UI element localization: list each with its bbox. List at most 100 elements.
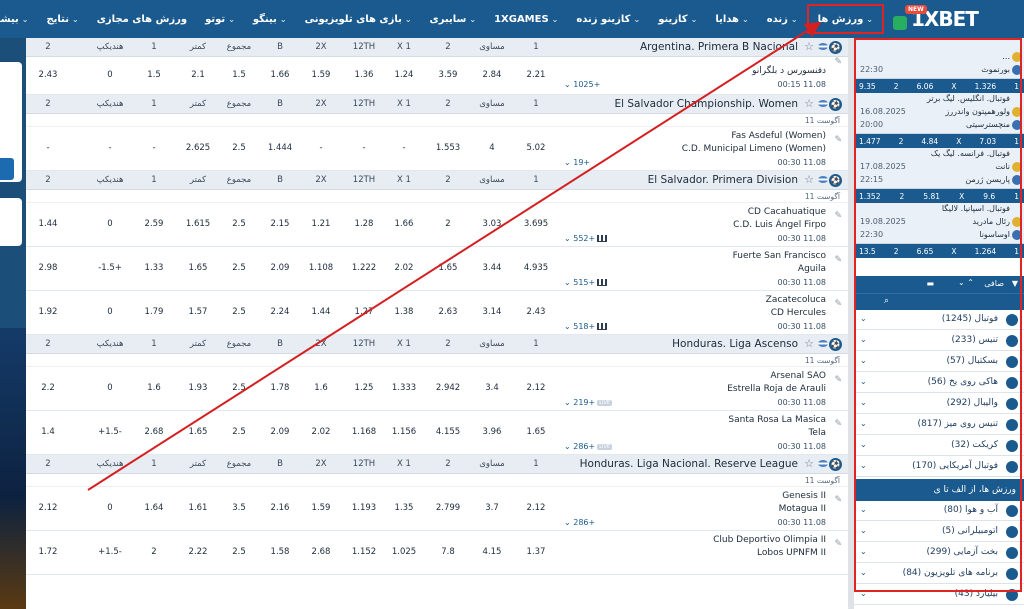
favorite-star-icon[interactable]: ☆	[804, 40, 814, 53]
bet-slip-icon[interactable]: ✎	[834, 211, 842, 221]
odds-cell[interactable]: 2.5	[219, 307, 259, 317]
odds-value[interactable]: X	[959, 192, 964, 201]
odds-value[interactable]: 13.5	[859, 247, 876, 256]
odds-cell[interactable]: 4.15	[472, 547, 512, 557]
odds-cell[interactable]: 4.935	[516, 263, 556, 273]
odds-value[interactable]: 2	[900, 192, 905, 201]
pin-icon[interactable]: ▬	[926, 279, 934, 288]
odds-cell[interactable]: 1.79	[134, 307, 174, 317]
odds-cell[interactable]: 1.6	[134, 383, 174, 393]
az-sport-item[interactable]: بیلیارد (43) ⌄	[854, 585, 1024, 605]
odds-cell[interactable]: 3.7	[472, 503, 512, 513]
chevron-down-icon[interactable]: ⌄	[860, 505, 867, 514]
top-match-card[interactable]: فوتبال. فرانسه. لیگ یک نانت پاریسن ژرمن 17.…	[854, 148, 1024, 189]
sport-item[interactable]: کریکت (32) ⌄	[854, 436, 1024, 456]
match-row[interactable]: ✎ Genesis II Motagua II 00:30 11.08 ⌄ 286+ 2.…	[26, 487, 848, 531]
sport-item[interactable]: بسکتبال (57) ⌄	[854, 352, 1024, 372]
odds-cell[interactable]: 2.68	[301, 547, 341, 557]
odds-cell[interactable]: 2.12	[28, 503, 68, 513]
odds-cell[interactable]: 5.02	[516, 143, 556, 153]
az-sport-item[interactable]: آب و هوا (80) ⌄	[854, 501, 1024, 521]
favorite-star-icon[interactable]: ☆	[804, 173, 814, 186]
more-markets-link[interactable]: ⌄ 515+	[564, 278, 608, 287]
odds-cell[interactable]: 1.61	[178, 503, 218, 513]
odds-cell[interactable]: 1.444	[260, 143, 300, 153]
top-match-card[interactable]: ... بورنموث 22:30	[854, 38, 1024, 79]
odds-cell[interactable]: 2.625	[178, 143, 218, 153]
az-sport-item[interactable]: برنامه های تلویزیون (84) ⌄	[854, 564, 1024, 584]
filter-icon[interactable]: ▼	[1012, 279, 1018, 288]
odds-value[interactable]: 5.81	[923, 192, 940, 201]
favorite-star-icon[interactable]: ☆	[804, 97, 814, 110]
odds-cell[interactable]: 1.25	[344, 383, 384, 393]
odds-value[interactable]: 1	[1014, 247, 1019, 256]
odds-cell[interactable]: 1.65	[178, 263, 218, 273]
odds-cell[interactable]: 0	[90, 503, 130, 513]
favorite-star-icon[interactable]: ☆	[804, 337, 814, 350]
odds-cell[interactable]: 2.5	[219, 143, 259, 153]
odds-cell[interactable]: 1.59	[301, 70, 341, 80]
odds-cell[interactable]: 3.59	[428, 70, 468, 80]
side-widget-card-2[interactable]	[0, 198, 22, 246]
odds-cell[interactable]: 1.168	[344, 427, 384, 437]
chevron-down-icon[interactable]: ⌄	[860, 440, 867, 449]
live-tv-icon[interactable]: LIVE	[597, 399, 613, 406]
odds-cell[interactable]: 1.65	[516, 427, 556, 437]
more-markets-link[interactable]: ⌄ 518+	[564, 322, 608, 331]
odds-cell[interactable]: 1.44	[301, 307, 341, 317]
odds-value[interactable]: 1.264	[975, 247, 996, 256]
sport-item[interactable]: هاکی روی یخ (56) ⌄	[854, 373, 1024, 393]
match-row[interactable]: ✎ Fas Asdeful (Women) C.D. Municipal Limen…	[26, 127, 848, 171]
odds-cell[interactable]: -1.5+	[90, 263, 130, 273]
statistics-icon[interactable]	[597, 235, 608, 242]
match-row[interactable]: ✎ Fuerte San Francisco Aguila 00:30 11.08 ⌄ …	[26, 247, 848, 291]
odds-cell[interactable]: -	[384, 143, 424, 153]
odds-cell[interactable]: 1.553	[428, 143, 468, 153]
odds-cell[interactable]: 2.24	[260, 307, 300, 317]
bet-slip-icon[interactable]: ✎	[834, 135, 842, 145]
side-blue-button[interactable]	[0, 158, 14, 180]
nav-item-4[interactable]: کازینو زنده ⌄	[567, 0, 649, 38]
odds-cell[interactable]: 1.4	[28, 427, 68, 437]
nav-item-9[interactable]: توتو ⌄	[196, 0, 244, 38]
league-header[interactable]: ⚽ ☆ El Salvador Championship. Women 1 مساوی 2…	[26, 95, 848, 114]
odds-cell[interactable]: 1.27	[344, 307, 384, 317]
odds-cell[interactable]: 1.615	[178, 219, 218, 229]
nav-item-1[interactable]: زنده ⌄	[758, 0, 807, 38]
az-sport-item[interactable]: بخت آزمایی (299) ⌄	[854, 543, 1024, 563]
chevron-down-icon[interactable]: ⌄	[860, 568, 867, 577]
sport-item[interactable]: تنیس روی میز (817) ⌄	[854, 415, 1024, 435]
odds-value[interactable]: 2	[894, 247, 899, 256]
brand-logo[interactable]: NEW 1XBET	[893, 5, 1018, 33]
chevron-down-icon[interactable]: ⌄	[860, 314, 867, 323]
odds-cell[interactable]: 2.1	[178, 70, 218, 80]
match-row[interactable]: ✎ CD Cacahuatique C.D. Luis Ángel Firpo 00:…	[26, 203, 848, 247]
chevron-down-icon[interactable]: ⌄	[860, 589, 867, 598]
odds-value[interactable]: 2	[899, 137, 904, 146]
odds-cell[interactable]: 1.152	[344, 547, 384, 557]
odds-value[interactable]: 1	[1014, 192, 1019, 201]
match-row[interactable]: ✎ Club Deportivo Olimpia II Lobos UPNFM II…	[26, 531, 848, 575]
odds-cell[interactable]: 2.5	[219, 219, 259, 229]
match-row[interactable]: ✎ دفنسورس د بلگرانو 00:15 11.08 ⌄ 1025+ 2.21…	[26, 57, 848, 95]
bet-slip-icon[interactable]: ✎	[834, 539, 842, 549]
odds-cell[interactable]: 1.36	[344, 70, 384, 80]
odds-cell[interactable]: 2.21	[516, 70, 556, 80]
odds-cell[interactable]: 1.24	[384, 70, 424, 80]
odds-value[interactable]: X	[956, 137, 961, 146]
chevron-down-icon[interactable]: ⌄	[860, 461, 867, 470]
odds-cell[interactable]: -	[301, 143, 341, 153]
more-markets-link[interactable]: ⌄ 552+	[564, 234, 608, 243]
odds-cell[interactable]: 4	[472, 143, 512, 153]
top-match-card[interactable]: فوتبال. اسپانیا. لالیگا رئال مادرید اوساسو…	[854, 203, 1024, 244]
odds-cell[interactable]: 2.15	[260, 219, 300, 229]
odds-cell[interactable]: 0	[90, 383, 130, 393]
odds-cell[interactable]: 2.5	[219, 263, 259, 273]
odds-cell[interactable]: 0	[90, 70, 130, 80]
chevron-down-icon[interactable]: ⌄	[860, 335, 867, 344]
odds-cell[interactable]: 1.57	[178, 307, 218, 317]
odds-cell[interactable]: 1.66	[384, 219, 424, 229]
odds-cell[interactable]: 1.65	[428, 263, 468, 273]
league-header[interactable]: ⚽ ☆ Argentina. Primera B Nacional 1 مساوی 2 X …	[26, 38, 848, 57]
odds-cell[interactable]: 1.21	[301, 219, 341, 229]
